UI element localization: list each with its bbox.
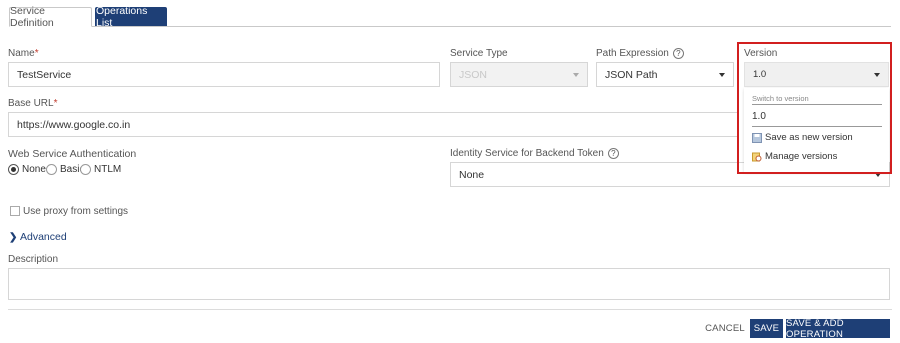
save-add-operation-button[interactable]: SAVE & ADD OPERATION bbox=[786, 318, 890, 340]
name-label: Name* bbox=[8, 48, 39, 59]
manage-versions-item[interactable]: Manage versions bbox=[752, 151, 837, 162]
advanced-toggle[interactable]: Advanced bbox=[20, 231, 67, 243]
version-value: 1.0 bbox=[753, 69, 767, 80]
tab-divider bbox=[9, 26, 891, 27]
chevron-down-icon bbox=[874, 73, 880, 77]
save-new-version-label: Save as new version bbox=[765, 132, 853, 143]
service-type-select: JSON bbox=[450, 62, 588, 87]
menu-divider bbox=[752, 126, 882, 127]
version-option[interactable]: 1.0 bbox=[752, 111, 766, 122]
name-value: TestService bbox=[17, 68, 72, 81]
path-expression-select[interactable]: JSON Path bbox=[596, 62, 734, 87]
chevron-down-icon bbox=[719, 73, 725, 77]
menu-divider bbox=[752, 104, 882, 105]
switch-version-label: Switch to version bbox=[752, 94, 809, 103]
base-url-label: Base URL* bbox=[8, 98, 58, 109]
chevron-down-icon bbox=[875, 173, 881, 177]
save-icon bbox=[752, 132, 762, 143]
help-icon[interactable]: ? bbox=[607, 148, 619, 159]
auth-label: Web Service Authentication bbox=[8, 148, 137, 160]
manage-versions-icon bbox=[752, 152, 762, 161]
radio-icon bbox=[46, 164, 57, 175]
cancel-button[interactable]: CANCEL bbox=[703, 319, 747, 338]
chevron-right-icon[interactable]: ❯ bbox=[9, 232, 17, 243]
save-button[interactable]: SAVE bbox=[750, 319, 783, 338]
proxy-checkbox[interactable] bbox=[10, 206, 20, 216]
footer-divider bbox=[8, 309, 892, 310]
service-type-label: Service Type bbox=[450, 48, 508, 59]
manage-versions-label: Manage versions bbox=[765, 151, 838, 162]
auth-radio-basic[interactable]: Basic bbox=[46, 164, 84, 175]
version-select[interactable]: 1.0 bbox=[744, 62, 889, 87]
path-expression-label: Path Expression? bbox=[596, 48, 684, 59]
version-label: Version bbox=[744, 48, 778, 59]
version-dropdown-menu: Switch to version 1.0 Save as new versio… bbox=[744, 88, 889, 172]
service-type-value: JSON bbox=[459, 68, 488, 81]
identity-label: Identity Service for Backend Token? bbox=[450, 148, 619, 159]
radio-label: NTLM bbox=[94, 164, 122, 175]
auth-radio-none[interactable]: None bbox=[8, 164, 46, 175]
description-textarea[interactable] bbox=[8, 268, 890, 300]
base-url-value: https://www.google.co.in bbox=[17, 118, 131, 131]
chevron-down-icon bbox=[573, 73, 579, 77]
base-url-input[interactable]: https://www.google.co.in bbox=[8, 112, 738, 137]
save-new-version-item[interactable]: Save as new version bbox=[752, 132, 853, 143]
proxy-label: Use proxy from settings bbox=[23, 206, 129, 217]
help-icon[interactable]: ? bbox=[672, 48, 684, 59]
radio-selected-icon bbox=[8, 164, 19, 175]
identity-value: None bbox=[459, 168, 485, 181]
tab-service-definition[interactable]: Service Definition bbox=[9, 5, 92, 29]
path-expression-value: JSON Path bbox=[605, 68, 658, 81]
auth-radio-ntlm[interactable]: NTLM bbox=[80, 164, 121, 175]
tab-operations-list[interactable]: Operations List bbox=[95, 5, 167, 29]
radio-icon bbox=[80, 164, 91, 175]
description-label: Description bbox=[8, 254, 59, 265]
name-input[interactable]: TestService bbox=[8, 62, 440, 87]
radio-label: None bbox=[22, 164, 46, 175]
